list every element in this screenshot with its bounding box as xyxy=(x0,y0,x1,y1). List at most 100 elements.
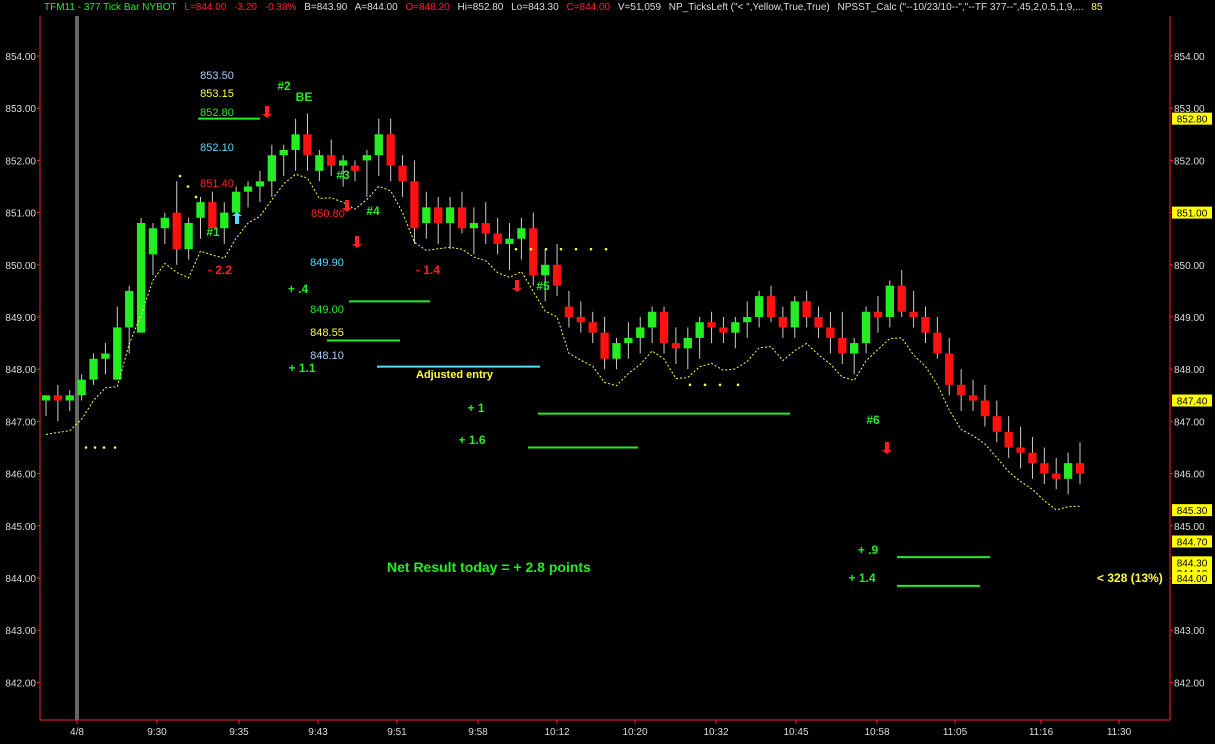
candle-up xyxy=(1063,463,1073,479)
level-price-label: 848.55 xyxy=(310,327,344,339)
candle-up xyxy=(517,228,526,239)
candle-up xyxy=(65,395,74,401)
candle-down xyxy=(707,322,716,328)
candle-up xyxy=(743,317,752,323)
x-tick-label: 11:05 xyxy=(943,727,968,738)
stop-dot xyxy=(736,383,740,387)
x-tick-label: 4/8 xyxy=(70,727,84,738)
candle-up xyxy=(362,155,372,161)
candle-down xyxy=(838,337,847,354)
price-chart[interactable]: 854.00 854.00 853.00 853.00 852.00 852.00 851.… xyxy=(0,0,1215,739)
candle-up xyxy=(255,181,265,187)
candle-down xyxy=(968,395,978,401)
candle-up xyxy=(861,311,871,344)
stop-dot xyxy=(178,174,182,178)
y-tick-label-left: 853.00 xyxy=(5,104,36,115)
chart-canvas[interactable]: 854.00 854.00853.00 853.00852.00 852.00851.… xyxy=(0,0,1215,739)
price-marker-label: 844.70 xyxy=(1177,537,1208,548)
session-divider xyxy=(75,16,79,720)
candle-down xyxy=(1052,473,1061,479)
candle-down xyxy=(600,332,609,359)
entry-arrow-down-icon xyxy=(512,280,522,292)
level-price-label: 850.80 xyxy=(311,208,345,220)
level-price-label: 851.40 xyxy=(200,178,234,190)
candle-down xyxy=(327,155,336,166)
candle-down xyxy=(992,416,1001,432)
trade-annotation: + 1.1 xyxy=(288,361,315,375)
candle-up xyxy=(160,217,170,229)
y-tick-label-left: 843.00 xyxy=(5,626,36,637)
level-price-label: 852.80 xyxy=(200,107,234,119)
candle-up xyxy=(731,322,740,333)
candle-down xyxy=(588,322,597,333)
candle-up xyxy=(89,358,98,380)
adjusted-entry-label: Adjusted entry xyxy=(416,369,494,381)
open-price: O=848.20 xyxy=(405,2,450,13)
candle-down xyxy=(659,311,669,344)
trade-annotation-loss: - 2.2 xyxy=(208,263,232,277)
y-tick-label-left: 849.00 xyxy=(5,313,36,324)
candle-down xyxy=(873,311,883,317)
candle-down xyxy=(576,317,585,323)
candle-down xyxy=(53,395,63,401)
trailing-stop-line xyxy=(45,173,1081,511)
candle-down xyxy=(1004,431,1013,448)
candle-up xyxy=(77,379,86,396)
price-marker-label: 851.00 xyxy=(1177,209,1208,220)
trade-annotation: + 1 xyxy=(467,401,484,415)
stop-dot xyxy=(102,446,106,449)
entry-arrow-up-icon xyxy=(232,212,242,224)
entry-arrow-down-icon xyxy=(352,236,362,248)
stop-dot xyxy=(718,383,722,387)
candle-down xyxy=(719,327,728,333)
trade-annotation: #2 xyxy=(277,79,291,93)
candle-down xyxy=(778,317,788,328)
y-tick-label-right: 850.00 xyxy=(1174,261,1205,272)
x-tick-label: 11:30 xyxy=(1107,727,1132,738)
ticks-left-label: < 328 (13%) xyxy=(1097,571,1163,585)
level-price-label: 849.90 xyxy=(310,257,344,269)
y-tick-label-right: 843.00 xyxy=(1174,626,1205,637)
header-truncated: 85 xyxy=(1091,2,1103,13)
ticks-left-indicator: NP_TicksLeft ("< ",Yellow,True,True) xyxy=(668,2,830,13)
y-tick-label-left: 844.00 xyxy=(5,574,36,585)
candle-down xyxy=(921,317,930,333)
chart-header: TFM11 - 377 Tick Bar NYBOT L=844.00 -3.2… xyxy=(44,2,1107,16)
candle-up xyxy=(279,149,288,156)
y-tick-label-left: 848.00 xyxy=(5,365,36,376)
x-tick-label: 10:20 xyxy=(622,727,647,738)
trade-annotation: BE xyxy=(296,90,313,104)
x-tick-label: 10:32 xyxy=(703,727,728,738)
stop-dot xyxy=(559,247,563,251)
entry-arrow-down-icon xyxy=(262,106,272,118)
stop-dot xyxy=(84,446,88,449)
candle-down xyxy=(350,165,360,171)
x-tick-label: 9:43 xyxy=(308,727,328,738)
candle-up xyxy=(148,228,158,255)
x-tick-label: 10:45 xyxy=(783,727,808,738)
candle-down xyxy=(826,327,835,338)
level-price-label: 852.10 xyxy=(200,142,234,154)
stop-dot xyxy=(574,247,578,251)
candle-up xyxy=(243,186,253,192)
candle-up xyxy=(636,327,645,338)
candle-up xyxy=(113,327,122,380)
candle-up xyxy=(101,353,110,359)
candle-up xyxy=(374,134,383,156)
y-tick-label-right: 852.00 xyxy=(1174,156,1205,167)
last-price: L=844.00 xyxy=(184,2,227,13)
candle-up xyxy=(612,343,621,359)
candle-up xyxy=(647,311,657,328)
candle-down xyxy=(956,384,966,396)
candle-up xyxy=(683,337,692,349)
x-tick-label: 10:12 xyxy=(544,727,569,738)
candle-down xyxy=(766,296,776,317)
candle-down xyxy=(933,332,942,354)
candle-up xyxy=(232,191,241,213)
instrument-label: TFM11 - 377 Tick Bar NYBOT xyxy=(44,2,177,13)
candle-up xyxy=(338,160,348,166)
x-tick-label: 9:58 xyxy=(468,727,488,738)
stop-dot xyxy=(93,446,97,449)
candle-up xyxy=(790,301,799,328)
candle-up xyxy=(885,285,894,317)
